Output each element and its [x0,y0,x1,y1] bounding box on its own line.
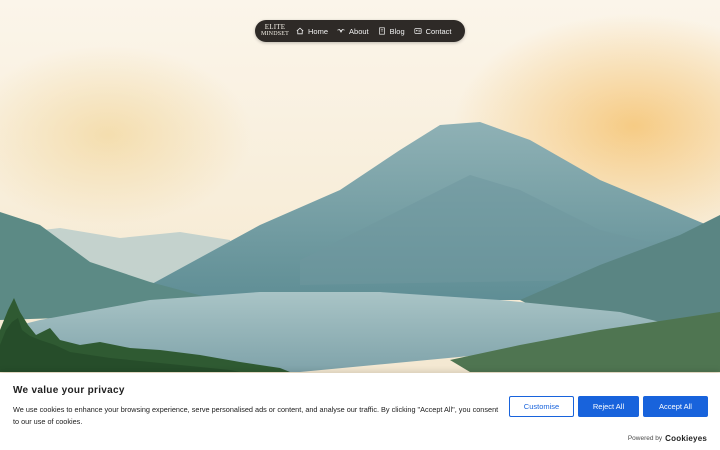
nav-item-label: Blog [389,26,405,36]
top-navigation: ELITE MINDSET Home About Blog Contact [255,20,465,42]
cookie-consent-banner: We value your privacy We use cookies to … [0,373,720,450]
logo-line-2: MINDSET [260,31,290,37]
nav-item-label: Home [308,26,329,36]
cookieyes-logo: Cookieyes [665,434,707,443]
home-icon [296,27,304,35]
reject-all-button[interactable]: Reject All [578,396,639,417]
customise-button[interactable]: Customise [509,396,574,417]
book-icon [378,27,386,35]
logo-line-1: ELITE [264,23,286,31]
powered-by[interactable]: Powered by Cookieyes [628,434,707,443]
nav-item-label: About [349,26,369,36]
nav-item-home[interactable]: Home [296,27,328,36]
nav-item-label: Contact [425,26,452,36]
cookie-description: We use cookies to enhance your browsing … [13,405,499,426]
nav-item-blog[interactable]: Blog [378,27,405,36]
site-logo[interactable]: ELITE MINDSET [260,24,290,38]
nav-item-about[interactable]: About [337,27,369,36]
contact-card-icon [414,27,422,35]
handshake-icon [337,27,345,35]
nav-item-contact[interactable]: Contact [414,27,452,36]
cookie-title: We value your privacy [13,385,125,396]
powered-by-prefix: Powered by [627,435,663,442]
accept-all-button[interactable]: Accept All [643,396,708,417]
